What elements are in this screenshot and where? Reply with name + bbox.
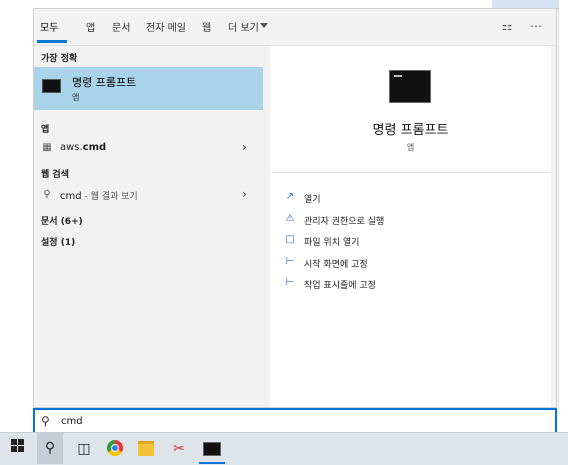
cmd-taskbar-icon[interactable]	[200, 437, 224, 461]
chevron-right-icon[interactable]: ›	[242, 140, 247, 154]
list-item-web-search[interactable]: ⚲ cmd - 웹 결과 보기 ›	[34, 185, 263, 205]
action-pin-to-taskbar[interactable]: ⊢ 작업 표시줄에 고정	[284, 276, 544, 292]
list-item-aws-cmd[interactable]: ▦ aws.cmd ›	[34, 138, 263, 158]
tab-apps[interactable]: 앱	[86, 19, 95, 34]
best-match-heading: 가장 정확	[41, 54, 78, 64]
background-window-edge	[558, 0, 568, 432]
chrome-icon[interactable]	[103, 437, 127, 461]
search-input[interactable]: ⚲ cmd	[33, 408, 557, 434]
snipping-tool-icon[interactable]: ✂	[167, 437, 191, 461]
windows-start-icon[interactable]	[6, 437, 30, 461]
documents-group[interactable]: 문서 (6+)	[41, 214, 83, 227]
pin-icon: ⊢	[285, 256, 295, 267]
best-match-item[interactable]: 명령 프롬프트 앱	[34, 67, 263, 110]
aws-cmd-label: aws.cmd	[60, 142, 107, 153]
tab-all[interactable]: 모두	[40, 19, 58, 34]
apps-heading: 앱	[41, 125, 50, 135]
preview-pane: 명령 프롬프트 앱 ↗ 열기 ⚠ 관리자 권한으로 실행 □ 파일 위치 열기 …	[270, 46, 551, 407]
preview-title: 명령 프롬프트	[372, 123, 449, 138]
tab-web[interactable]: 웹	[202, 19, 211, 34]
action-open[interactable]: ↗ 열기	[284, 190, 544, 206]
preview-subtitle: 앱	[406, 143, 415, 152]
cmd-icon	[42, 79, 61, 93]
action-open-file-location[interactable]: □ 파일 위치 열기	[284, 233, 544, 249]
tab-email[interactable]: 전자 메일	[146, 19, 186, 34]
file-explorer-icon[interactable]	[134, 437, 158, 461]
start-search-menu: 모두 앱 문서 전자 메일 웹 더 보기 ⚏ ⋯ 가장 정확 명령 프롬프트 앱…	[33, 8, 557, 408]
cmd-icon	[389, 70, 431, 103]
best-match-subtitle: 앱	[72, 93, 80, 102]
tab-documents[interactable]: 문서	[112, 19, 130, 34]
chevron-down-icon	[260, 23, 268, 28]
taskbar-search-icon[interactable]: ⚲	[37, 433, 63, 464]
action-run-as-admin[interactable]: ⚠ 관리자 권한으로 실행	[284, 212, 544, 228]
feedback-icon[interactable]: ⚏	[499, 18, 515, 34]
search-icon: ⚲	[43, 189, 51, 200]
tab-more[interactable]: 더 보기	[228, 19, 259, 34]
search-icon: ⚲	[41, 414, 50, 428]
action-label: 관리자 권한으로 실행	[304, 217, 385, 227]
taskbar: ⚲ ◫ ✂	[0, 432, 568, 465]
file-location-icon: □	[285, 234, 295, 245]
divider	[271, 172, 550, 173]
active-tab-indicator	[37, 40, 67, 43]
action-label: 시작 화면에 고정	[304, 260, 368, 270]
action-pin-to-start[interactable]: ⊢ 시작 화면에 고정	[284, 255, 544, 271]
open-icon: ↗	[285, 191, 295, 202]
best-match-title: 명령 프롬프트	[72, 76, 137, 89]
task-view-icon[interactable]: ◫	[72, 437, 96, 461]
action-label: 파일 위치 열기	[304, 238, 360, 248]
pin-icon: ⊢	[285, 277, 295, 288]
results-pane: 가장 정확 명령 프롬프트 앱 앱 ▦ aws.cmd › 웹 검색 ⚲ cmd…	[34, 46, 263, 407]
web-search-heading: 웹 검색	[41, 170, 69, 180]
file-icon: ▦	[42, 142, 52, 153]
search-value: cmd	[61, 416, 83, 427]
more-options-icon[interactable]: ⋯	[528, 18, 544, 34]
action-label: 열기	[304, 195, 321, 205]
shield-icon: ⚠	[285, 213, 295, 224]
filter-tabbar: 모두 앱 문서 전자 메일 웹 더 보기 ⚏ ⋯	[34, 9, 556, 46]
settings-group[interactable]: 설정 (1)	[41, 235, 75, 248]
chevron-right-icon[interactable]: ›	[242, 187, 247, 201]
web-search-label: cmd - 웹 결과 보기	[60, 191, 138, 202]
action-label: 작업 표시줄에 고정	[304, 281, 376, 291]
